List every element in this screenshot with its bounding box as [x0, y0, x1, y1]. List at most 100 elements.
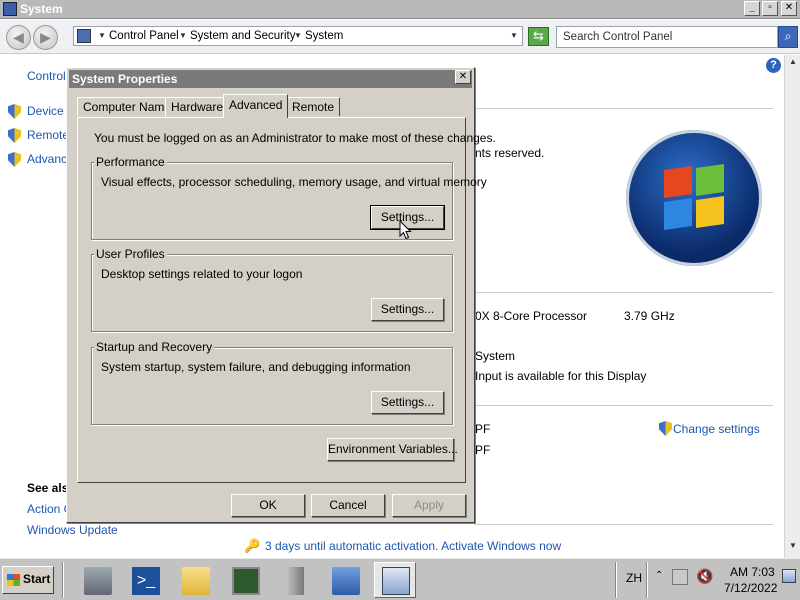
sidebar-item-remote[interactable]: Remote [27, 128, 69, 142]
language-indicator[interactable]: ZH [626, 571, 642, 585]
taskbar-app-control-panel[interactable] [324, 562, 366, 598]
taskbar-app-tower[interactable] [275, 562, 317, 598]
processor-value: 0X 8-Core Processor [475, 309, 588, 323]
cancel-button[interactable]: Cancel [311, 494, 385, 517]
activation-link[interactable]: 3 days until automatic activation. Activ… [265, 539, 561, 553]
system-properties-dialog: System Properties ✕ Computer Name Hardwa… [66, 67, 496, 523]
tab-remote[interactable]: Remote [286, 97, 341, 116]
taskbar-separator [62, 562, 64, 598]
close-button[interactable]: ✕ [781, 1, 797, 16]
vertical-scrollbar[interactable]: ▲ ▼ [784, 55, 800, 558]
full-name-value: PF [475, 443, 491, 457]
breadcrumb-control-panel[interactable]: Control Panel [109, 30, 179, 42]
flag-blue-pane [664, 198, 692, 230]
see-also-heading: See als [27, 481, 69, 495]
dialog-close-button[interactable]: ✕ [455, 70, 471, 84]
startup-recovery-group: Startup and Recovery System startup, sys… [91, 340, 453, 425]
section-divider [475, 524, 773, 525]
shield-icon [8, 104, 21, 119]
taskbar-app-server-manager[interactable] [76, 562, 118, 598]
flag-yellow-pane [696, 196, 724, 228]
volume-muted-icon[interactable]: 🔇 [696, 568, 713, 585]
breadcrumb-system[interactable]: System [305, 30, 343, 42]
minimize-button[interactable]: _ [744, 1, 760, 16]
user-profiles-group: User Profiles Desktop settings related t… [91, 247, 453, 332]
taskbar: Start >_ ZH ⌃ 🔇 AM 7:03 7/12/2022 [0, 558, 800, 600]
performance-title: Performance [94, 155, 167, 169]
dialog-title: System Properties [72, 72, 178, 86]
section-divider [475, 405, 773, 406]
performance-desc: Visual effects, processor scheduling, me… [101, 175, 487, 189]
admin-note: You must be logged on as an Administrato… [94, 131, 496, 145]
windows-logo [626, 130, 762, 266]
shield-icon [8, 128, 21, 143]
window-titlebar: System _ ▫ ✕ [0, 0, 800, 19]
system-properties-icon [382, 567, 410, 595]
breadcrumb-system-security[interactable]: System and Security [190, 30, 295, 42]
computer-name-value: PF [475, 422, 491, 436]
control-panel-icon [77, 29, 91, 43]
environment-variables-button[interactable]: Environment Variables... [327, 438, 458, 461]
control-panel-icon [332, 567, 360, 595]
search-input[interactable]: Search Control Panel [556, 26, 778, 48]
back-button[interactable]: ◀ [6, 25, 31, 50]
scroll-up-icon[interactable]: ▲ [787, 57, 799, 71]
task-manager-icon [232, 567, 260, 595]
tab-computer-name[interactable]: Computer Name [77, 97, 178, 116]
system-icon [3, 2, 17, 16]
sidebar-home-link[interactable]: Control [27, 69, 66, 83]
start-label: Start [23, 572, 51, 586]
taskbar-separator [615, 562, 617, 598]
startup-recovery-desc: System startup, system failure, and debu… [101, 360, 411, 374]
start-button[interactable]: Start [2, 566, 54, 594]
taskbar-app-powershell[interactable]: >_ [124, 562, 166, 598]
network-icon[interactable] [672, 569, 688, 585]
pen-touch-value: Input is available for this Display [475, 369, 647, 383]
section-divider [475, 108, 773, 109]
shield-icon [8, 152, 21, 167]
startup-recovery-settings-button[interactable]: Settings... [371, 391, 444, 414]
address-dropdown-icon[interactable]: ▼ [510, 31, 518, 40]
apply-button: Apply [392, 494, 466, 517]
tower-icon [288, 567, 304, 595]
advanced-tab-panel: You must be logged on as an Administrato… [77, 117, 496, 483]
clock-time[interactable]: AM 7:03 [730, 565, 775, 579]
windows-update-link[interactable]: Windows Update [27, 523, 118, 537]
help-icon[interactable]: ? [766, 58, 781, 73]
scroll-down-icon[interactable]: ▼ [787, 541, 799, 555]
taskbar-app-task-manager[interactable] [224, 562, 266, 598]
show-hidden-icons-icon[interactable]: ⌃ [655, 570, 663, 581]
flag-red-pane [664, 166, 692, 198]
powershell-icon: >_ [132, 567, 160, 595]
show-desktop-icon[interactable] [782, 569, 796, 583]
chevron-down-icon[interactable]: ▼ [179, 31, 187, 40]
shield-icon [659, 421, 672, 436]
address-bar[interactable]: ▼ Control Panel ▼ System and Security ▼ … [73, 26, 523, 46]
search-icon[interactable]: ⌕ [778, 26, 798, 48]
user-profiles-desc: Desktop settings related to your logon [101, 267, 303, 281]
mouse-cursor-icon [399, 220, 412, 240]
system-type-value: System [475, 349, 516, 363]
chevron-down-icon[interactable]: ▼ [294, 31, 302, 40]
processor-speed: 3.79 GHz [624, 309, 675, 323]
windows-flag-icon [7, 574, 20, 586]
ok-button[interactable]: OK [231, 494, 305, 517]
section-divider [475, 292, 773, 293]
change-settings-link[interactable]: Change settings [673, 422, 760, 436]
maximize-button[interactable]: ▫ [762, 1, 778, 16]
tab-advanced[interactable]: Advanced [223, 94, 289, 118]
navigation-toolbar: ◀ ▶ ▼ Control Panel ▼ System and Securit… [0, 20, 800, 54]
clock-date[interactable]: 7/12/2022 [724, 581, 777, 595]
refresh-button[interactable]: ⇆ [528, 27, 549, 46]
forward-button[interactable]: ▶ [33, 25, 58, 50]
server-manager-icon [84, 567, 112, 595]
explorer-icon [182, 567, 210, 595]
copyright-text: nts reserved. [475, 146, 545, 160]
flag-green-pane [696, 164, 724, 196]
key-icon: 🔑 [244, 538, 261, 553]
chevron-down-icon[interactable]: ▼ [98, 31, 106, 40]
user-profiles-settings-button[interactable]: Settings... [371, 298, 444, 321]
taskbar-app-system-properties[interactable] [374, 562, 416, 598]
tab-hardware[interactable]: Hardware [165, 97, 230, 116]
taskbar-app-explorer[interactable] [174, 562, 216, 598]
